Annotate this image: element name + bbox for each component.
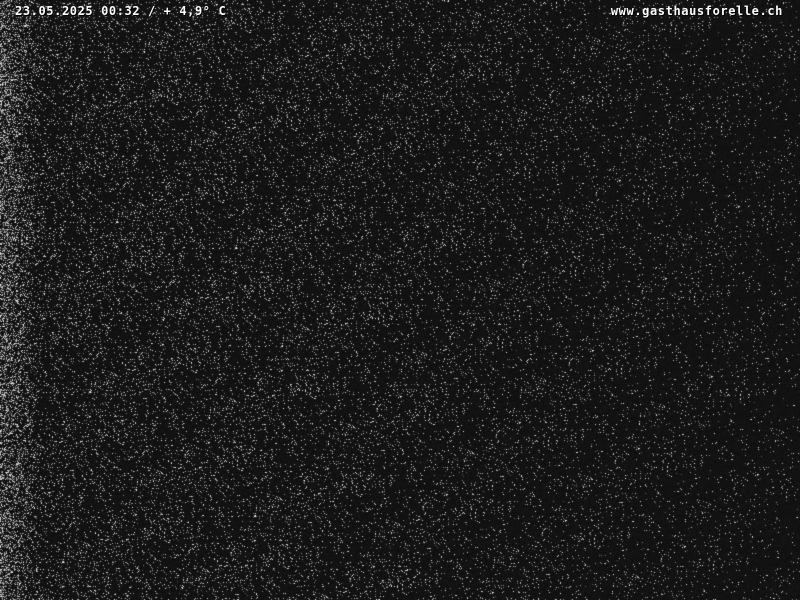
night-sensor-noise — [0, 0, 800, 600]
webcam-image: 23.05.2025 00:32 / + 4,9° C www.gasthaus… — [0, 0, 800, 600]
timestamp-temperature-label: 23.05.2025 00:32 / + 4,9° C — [15, 4, 227, 18]
website-watermark: www.gasthausforelle.ch — [610, 4, 783, 18]
